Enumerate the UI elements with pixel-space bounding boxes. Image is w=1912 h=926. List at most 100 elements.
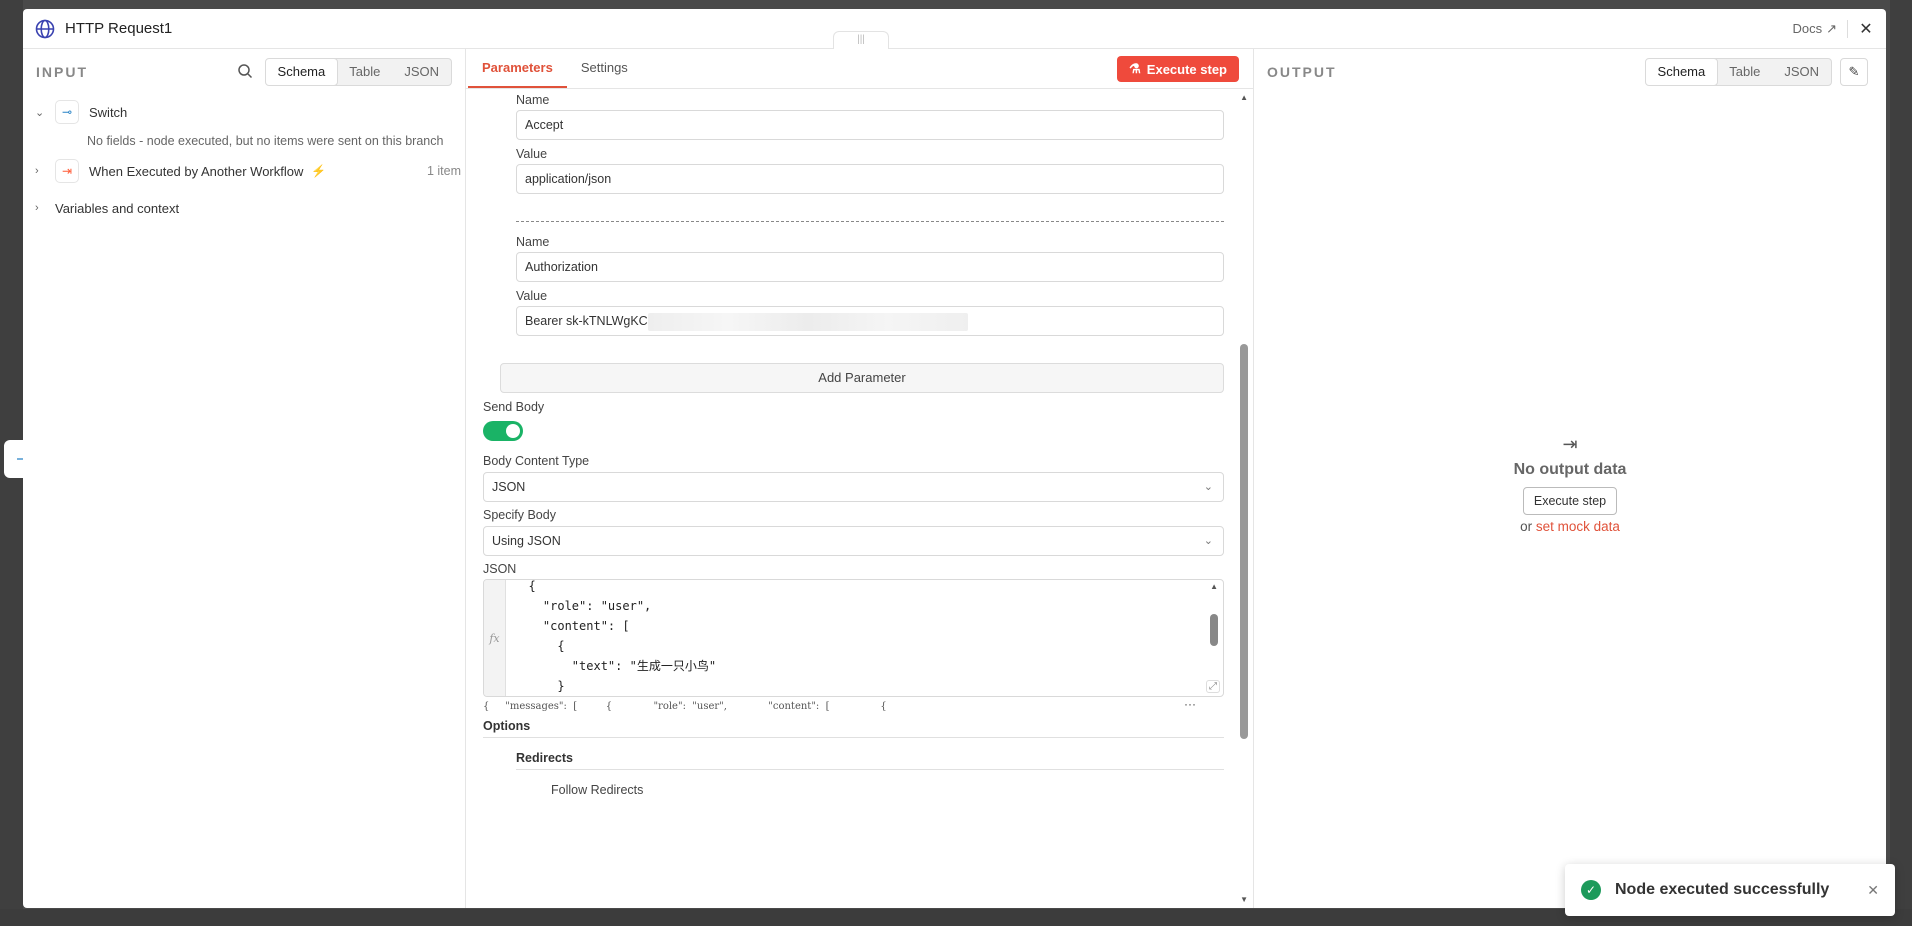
- lightning-icon: ⚡: [311, 164, 327, 178]
- node-title[interactable]: HTTP Request1: [65, 20, 172, 37]
- chevron-right-icon[interactable]: ›: [35, 165, 49, 177]
- close-icon[interactable]: ✕: [1858, 19, 1874, 39]
- send-body-label: Send Body: [483, 400, 545, 414]
- output-view-switch: Schema Table JSON: [1644, 58, 1832, 86]
- chevron-down-icon: ⌄: [1203, 535, 1213, 547]
- header-value-field[interactable]: application/json: [516, 164, 1224, 194]
- code-line: "content": [: [514, 619, 630, 633]
- code-line: {: [514, 579, 536, 593]
- docs-label: Docs: [1792, 21, 1823, 36]
- output-view-json[interactable]: JSON: [1772, 59, 1831, 85]
- specify-body-select[interactable]: Using JSON ⌄: [483, 526, 1224, 556]
- chevron-down-icon[interactable]: ⌄: [35, 106, 49, 119]
- divider: [516, 221, 1224, 222]
- pencil-icon: ✎: [1848, 64, 1860, 79]
- token-value: Bearer sk-kTNLWgKC: [525, 314, 648, 328]
- chevron-right-icon[interactable]: ›: [35, 202, 49, 214]
- empty-output-title: No output data: [1513, 461, 1627, 478]
- tab-parameters[interactable]: Parameters: [468, 49, 567, 88]
- parameters-scroll-thumb[interactable]: [1240, 344, 1248, 739]
- output-panel: OUTPUT Schema Table JSON ✎ ⇥ No output d…: [1254, 49, 1886, 908]
- output-view-table[interactable]: Table: [1717, 59, 1772, 85]
- tree-item-label: Variables and context: [55, 200, 180, 216]
- code-line: ]: [514, 696, 716, 697]
- tree-item-switch[interactable]: ⌄ ⊸ Switch: [23, 95, 465, 129]
- output-view-schema[interactable]: Schema: [1645, 59, 1719, 85]
- item-count: 1 item: [426, 164, 461, 178]
- drag-handle[interactable]: |||: [833, 31, 889, 49]
- check-icon: ✓: [1581, 880, 1601, 900]
- code-line: "role": "user",: [514, 599, 652, 613]
- scroll-down-icon[interactable]: ▼: [1240, 895, 1248, 904]
- success-toast: ✓ Node executed successfully ✕: [1565, 864, 1895, 916]
- input-panel: INPUT Schema Table JSON ⌄ ⊸ Switch No fi…: [23, 49, 466, 908]
- tree-item-note: No fields - node executed, but no items …: [87, 134, 444, 148]
- body-content-type-label: Body Content Type: [483, 454, 590, 468]
- json-editor-scrollbar[interactable]: ▲: [1209, 580, 1221, 696]
- json-editor[interactable]: fx { "role": "user", "content": [ { "tex…: [483, 579, 1224, 697]
- json-label: JSON: [483, 562, 517, 576]
- background-canvas-right: [1890, 0, 1912, 926]
- divider: [483, 737, 1224, 738]
- code-line: {: [514, 639, 565, 653]
- edit-output-button[interactable]: ✎: [1840, 58, 1868, 86]
- redacted-token: [647, 312, 968, 331]
- modal-header: HTTP Request1 Docs ↗ ✕ |||: [23, 9, 1886, 49]
- input-view-table[interactable]: Table: [337, 59, 392, 85]
- globe-icon: [35, 18, 57, 40]
- arrow-into-bar-icon: ⇥: [1562, 434, 1578, 454]
- execute-step-label: Execute step: [1146, 61, 1227, 77]
- add-parameter-button[interactable]: Add Parameter: [500, 363, 1224, 393]
- send-body-toggle[interactable]: [483, 421, 523, 441]
- parameters-scrollbar[interactable]: ▲ ▼: [1239, 89, 1251, 908]
- output-title: OUTPUT: [1267, 64, 1337, 80]
- json-editor-scroll-thumb[interactable]: [1210, 614, 1218, 646]
- more-icon[interactable]: ···: [1184, 697, 1196, 711]
- divider: [516, 769, 1224, 770]
- external-link-icon: ↗: [1826, 20, 1837, 36]
- specify-body-value: Using JSON: [492, 534, 561, 548]
- divider: [1847, 19, 1848, 38]
- search-icon[interactable]: [237, 63, 253, 82]
- input-view-schema[interactable]: Schema: [265, 59, 339, 85]
- options-label: Options: [483, 719, 531, 733]
- specify-body-label: Specify Body: [483, 508, 556, 522]
- docs-link[interactable]: Docs ↗: [1792, 21, 1837, 37]
- empty-output-state: ⇥ No output data Execute step or set moc…: [1254, 434, 1886, 534]
- expression-icon: fx: [484, 580, 506, 696]
- close-icon[interactable]: ✕: [1867, 882, 1879, 899]
- header-value-label: Value: [516, 289, 548, 303]
- json-preview: { "messages": [ { "role": "user", "conte…: [483, 701, 887, 712]
- header-name-field[interactable]: Authorization: [516, 252, 1224, 282]
- header-name-label: Name: [516, 93, 550, 107]
- expand-icon[interactable]: ⤢: [1206, 680, 1220, 693]
- set-mock-data-link[interactable]: set mock data: [1536, 519, 1620, 534]
- body-content-type-select[interactable]: JSON ⌄: [483, 472, 1224, 502]
- flask-icon: ⚗: [1129, 61, 1141, 76]
- output-execute-step-button[interactable]: Execute step: [1522, 487, 1618, 515]
- redirects-label: Redirects: [516, 751, 573, 765]
- tree-item-label: When Executed by Another Workflow: [89, 163, 304, 179]
- header-name-field[interactable]: Accept: [516, 110, 1224, 140]
- header-value-field[interactable]: Bearer sk-kTNLWgKC: [516, 306, 1224, 336]
- follow-redirects-label: Follow Redirects: [551, 783, 644, 797]
- or-text: or: [1520, 519, 1533, 534]
- scroll-up-icon[interactable]: ▲: [1240, 93, 1248, 102]
- chevron-down-icon: ⌄: [1203, 481, 1213, 493]
- input-view-json[interactable]: JSON: [392, 59, 451, 85]
- tree-item-trigger[interactable]: › ⇥ When Executed by Another Workflow ⚡ …: [23, 153, 465, 189]
- execute-step-button[interactable]: ⚗ Execute step: [1117, 56, 1239, 82]
- node-details-modal: HTTP Request1 Docs ↗ ✕ ||| INPUT Schema …: [23, 9, 1886, 908]
- scroll-up-icon[interactable]: ▲: [1210, 582, 1218, 591]
- body-content-type-value: JSON: [492, 480, 526, 494]
- tree-item-variables[interactable]: › Variables and context: [23, 189, 465, 227]
- input-view-switch: Schema Table JSON: [264, 58, 452, 86]
- json-code: { "role": "user", "content": [ { "text":…: [506, 579, 717, 697]
- switch-icon: ⊸: [55, 100, 79, 124]
- code-line: "text": "生成一只小鸟": [514, 659, 717, 673]
- input-title: INPUT: [36, 64, 88, 80]
- header-value-label: Value: [516, 147, 548, 161]
- workflow-trigger-icon: ⇥: [55, 159, 79, 183]
- tab-settings[interactable]: Settings: [567, 49, 642, 88]
- tree-item-label: Switch: [89, 104, 128, 120]
